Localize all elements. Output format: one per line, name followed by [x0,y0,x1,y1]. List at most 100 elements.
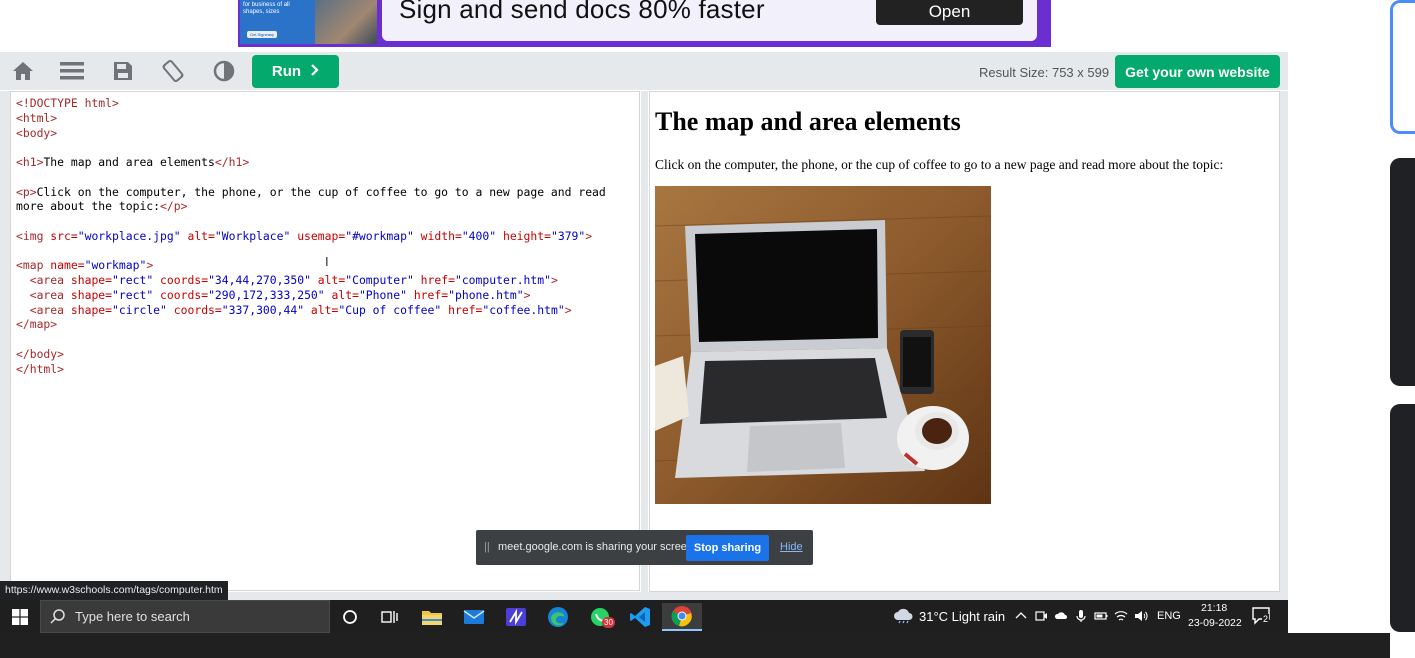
code-line[interactable]: </map> [16,317,606,332]
theme-toggle-icon[interactable] [211,58,237,84]
code-token: "337,300,44" [221,302,305,317]
code-line[interactable]: <!DOCTYPE html> [16,96,606,111]
code-line[interactable]: more about the topic:</p> [16,199,606,214]
onedrive-icon[interactable] [1054,609,1068,623]
stop-sharing-button[interactable]: Stop sharing [686,535,769,561]
hide-link[interactable]: Hide [780,541,803,553]
code-token: > [564,302,572,317]
mail-icon[interactable] [454,603,494,631]
code-token: shape= [70,273,113,287]
chevron-up-icon[interactable] [1014,609,1028,623]
volume-icon[interactable] [1134,609,1148,623]
code-token: "Computer" [345,273,414,287]
code-line[interactable]: <area shape="circle" coords="337,300,44"… [16,303,606,318]
ad-chip[interactable]: Get Signeasy [247,31,277,38]
code-line[interactable]: </body> [16,347,606,362]
code-token: width= [413,228,462,243]
pane-divider[interactable] [641,91,648,594]
meet-icon[interactable] [1034,609,1048,623]
edge-icon[interactable] [538,603,578,631]
notification-icon[interactable]: 2 [1252,607,1272,630]
code-token: <h1> [16,155,44,169]
menu-icon[interactable] [59,58,85,84]
weather-text[interactable]: 31°C Light rain [919,609,1005,624]
whatsapp-badge: 30 [602,617,615,628]
code-token: shape= [70,287,113,302]
cortana-icon[interactable] [330,603,370,631]
code-token: <body> [16,125,58,140]
code-token: src= [50,228,78,243]
clock-date[interactable]: 23-09-2022 [1188,617,1242,629]
code-token: </p> [160,199,188,214]
code-line[interactable]: <body> [16,126,606,141]
task-view-icon[interactable] [370,603,410,631]
taskbar-shadow [0,633,1390,658]
code-token: "Phone" [358,287,407,302]
code-token: coords= [153,287,209,302]
code-line[interactable] [16,244,606,259]
code-token: "rect" [112,273,154,287]
battery-icon[interactable] [1094,609,1108,623]
code-line[interactable]: <map name="workmap"> [16,258,606,273]
code-line[interactable]: <area shape="rect" coords="34,44,270,350… [16,273,606,288]
code-token: shape= [70,302,113,317]
code-line[interactable] [16,140,606,155]
home-icon[interactable] [10,58,36,84]
code-token: Click on the computer, the phone, or the… [36,184,606,199]
code-token: href= [441,302,483,317]
app-icon[interactable] [496,603,536,631]
code-token: > [146,258,154,273]
search-icon [50,608,66,629]
code-token: > [585,228,593,243]
code-token: > [550,273,558,287]
code-line[interactable]: <area shape="rect" coords="290,172,333,2… [16,288,606,303]
vscode-icon[interactable] [620,603,660,631]
code-line[interactable]: </html> [16,362,606,377]
whatsapp-icon[interactable]: 30 [580,603,620,631]
code-line[interactable] [16,170,606,185]
code-line[interactable]: <h1>The map and area elements</h1> [16,155,606,170]
participant-tile-active[interactable] [1390,0,1415,134]
result-paragraph: Click on the computer, the phone, or the… [655,157,1224,172]
code-token: "coffee.htm" [482,302,565,317]
drag-handle-icon[interactable]: || [484,541,490,553]
wifi-icon[interactable] [1114,609,1128,623]
code-line[interactable]: <html> [16,111,606,126]
rotate-screen-icon[interactable] [160,58,186,84]
code-token: "circle" [112,302,167,317]
code-line[interactable] [16,214,606,229]
save-icon[interactable] [110,58,136,84]
windows-start-icon[interactable] [0,600,40,633]
run-button[interactable]: Run [252,55,339,88]
code-token: "34,44,270,350" [208,273,311,287]
get-your-own-website-button[interactable]: Get your own website [1115,55,1280,88]
code-line[interactable]: <p>Click on the computer, the phone, or … [16,185,606,200]
code-token: coords= [166,302,222,317]
left-gutter [0,91,10,600]
microphone-icon[interactable] [1074,609,1088,623]
code-line[interactable] [16,332,606,347]
share-status-text: meet.google.com is sharing your screen. [498,541,697,553]
code-token: <html> [16,110,58,125]
code-token: <area [29,302,71,317]
ad-open-button[interactable]: Open [876,0,1023,25]
code-token: height= [496,228,551,243]
clock-time[interactable]: 21:18 [1201,602,1227,614]
chevron-right-icon [311,63,319,80]
code-token: The map and area elements [43,155,215,169]
code-token: > [523,287,531,302]
code-token: "computer.htm" [454,273,551,287]
file-explorer-icon[interactable] [412,603,452,631]
participant-tile[interactable] [1390,158,1415,386]
code-line[interactable]: <img src="workplace.jpg" alt="Workplace"… [16,229,606,244]
chrome-icon[interactable] [662,603,702,631]
run-label: Run [271,63,302,80]
code-token: alt= [310,273,346,287]
code-token: alt= [304,302,339,317]
participant-tile[interactable] [1390,404,1415,632]
language-indicator[interactable]: ENG [1157,610,1181,622]
code-token: "Cup of coffee" [338,302,442,317]
code-token: </map> [16,317,58,332]
code-text[interactable]: <!DOCTYPE html> <html> <body> <h1>The map … [16,96,606,376]
